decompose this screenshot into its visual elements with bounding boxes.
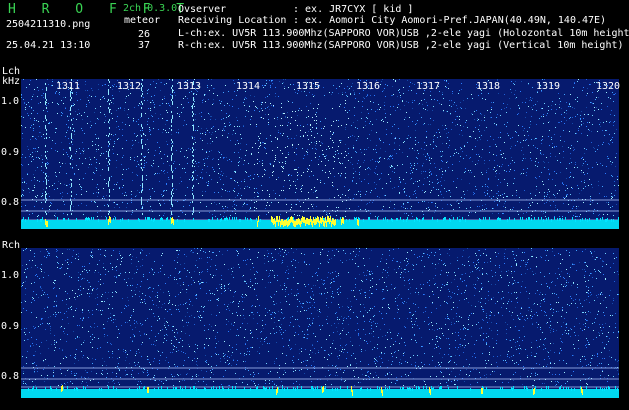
x-tick: 1319	[536, 81, 561, 92]
x-tick: 1315	[296, 81, 321, 92]
x-tick: 1311	[56, 81, 81, 92]
rch-ytick: 0.9	[1, 321, 20, 332]
location-label: Receiving Location	[178, 15, 287, 26]
mode-label: meteor	[124, 15, 161, 26]
rch-waterfall	[21, 248, 619, 398]
x-tick: 1313	[177, 81, 202, 92]
rch-ytick: 0.8	[1, 371, 20, 382]
x-tick: 1312	[117, 81, 142, 92]
lch-unit: kHz	[2, 76, 21, 87]
lch-ytick: 0.8	[1, 197, 20, 208]
lch-ytick: 0.9	[1, 147, 20, 158]
x-tick: 1320	[596, 81, 621, 92]
location-value: : ex. Aomori City Aomori-Pref.JAPAN(40.4…	[293, 15, 607, 26]
rch-ytick: 1.0	[1, 270, 20, 281]
lch-waterfall	[21, 79, 619, 229]
version-label: 2ch 0.3.0	[123, 3, 178, 14]
rch-info: R-ch:ex. UV5R 113.900Mhz(SAPPORO VOR)USB…	[178, 40, 624, 51]
x-tick: 1316	[356, 81, 381, 92]
lch-count: 26	[138, 29, 151, 40]
observer-label: Ovserver	[178, 4, 227, 15]
x-tick: 1317	[416, 81, 441, 92]
rch-count: 37	[138, 40, 151, 51]
lch-info: L-ch:ex. UV5R 113.900Mhz(SAPPORO VOR)USB…	[178, 28, 629, 39]
lch-ytick: 1.0	[1, 96, 20, 107]
datetime-label: 25.04.21 13:10	[6, 40, 91, 51]
x-tick: 1318	[476, 81, 501, 92]
filename-label: 2504211310.png	[6, 19, 91, 30]
x-tick: 1314	[236, 81, 261, 92]
rch-label: Rch	[2, 240, 21, 251]
observer-value: : ex. JR7CYX [ kid ]	[293, 4, 414, 15]
